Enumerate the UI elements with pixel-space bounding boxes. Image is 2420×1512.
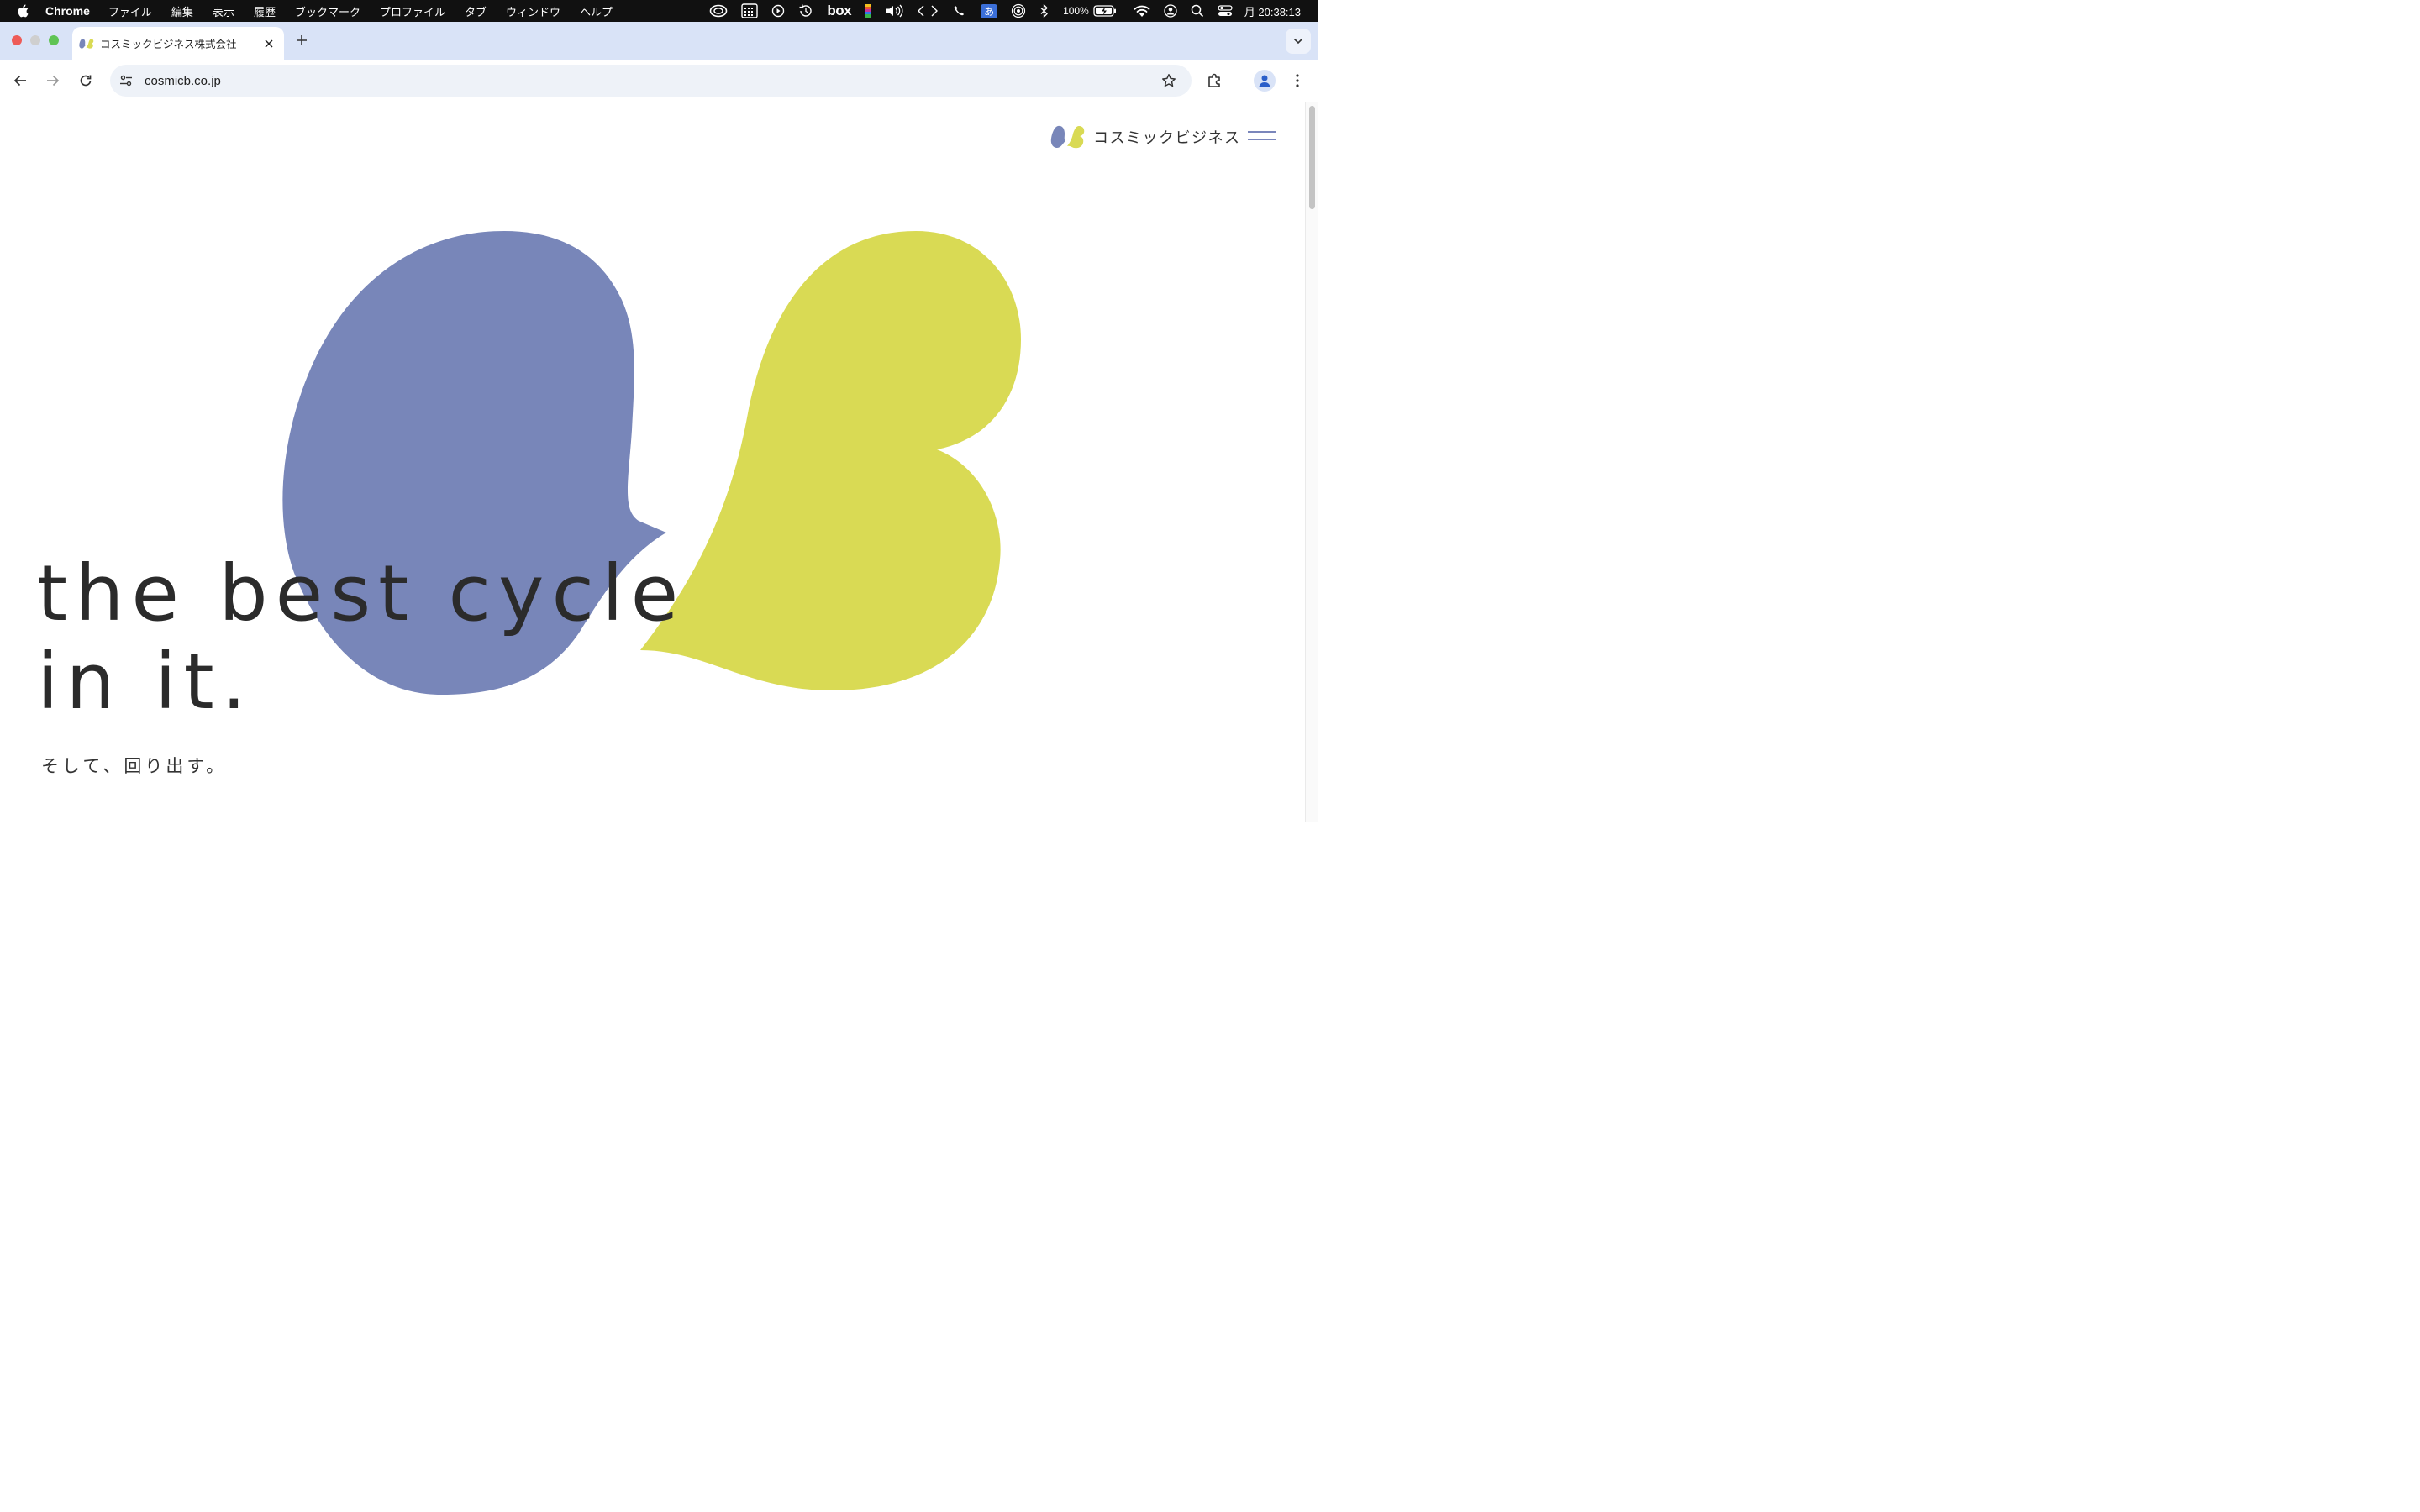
- time-machine-icon[interactable]: [798, 0, 813, 22]
- menu-tab[interactable]: タブ: [465, 3, 487, 19]
- color-bars-icon[interactable]: [865, 0, 872, 22]
- tab-active[interactable]: コスミックビジネス株式会社: [72, 27, 284, 60]
- page-scrollbar[interactable]: [1305, 102, 1318, 822]
- menu-history[interactable]: 履歴: [254, 3, 276, 19]
- search-icon[interactable]: [1191, 0, 1204, 22]
- site-logo[interactable]: コスミックビジネス: [1050, 124, 1241, 150]
- window-minimize-button[interactable]: [30, 35, 40, 45]
- calendar-grid-icon[interactable]: [741, 0, 759, 22]
- battery-icon[interactable]: [1093, 0, 1117, 22]
- box-icon[interactable]: box: [827, 0, 851, 22]
- menu-file[interactable]: ファイル: [108, 3, 152, 19]
- user-icon[interactable]: [1164, 0, 1177, 22]
- airdrop-icon[interactable]: [1011, 0, 1026, 22]
- code-arrows-icon[interactable]: [917, 0, 939, 22]
- site-logo-text: コスミックビジネス: [1093, 129, 1241, 147]
- profile-avatar-icon[interactable]: [1254, 70, 1276, 92]
- volume-icon[interactable]: [885, 0, 903, 22]
- hamburger-menu-icon[interactable]: [1248, 130, 1276, 144]
- wifi-icon[interactable]: [1134, 0, 1150, 22]
- bluetooth-icon[interactable]: [1039, 0, 1050, 22]
- menu-bookmarks[interactable]: ブックマーク: [295, 3, 360, 19]
- tab-title: コスミックビジネス株式会社: [100, 39, 237, 50]
- hero-yellow-shape: [640, 231, 1021, 690]
- input-method-indicator[interactable]: あ: [981, 0, 998, 22]
- menu-clock[interactable]: 月 20:38:13: [1244, 0, 1301, 22]
- site-info-tune-icon[interactable]: [118, 72, 134, 89]
- browser-toolbar: cosmicb.co.jp: [0, 60, 1318, 102]
- hero-subtagline: そして、回り出す。: [41, 756, 228, 776]
- tab-close-icon[interactable]: [262, 37, 276, 50]
- play-icon[interactable]: [771, 0, 785, 22]
- apple-icon[interactable]: [17, 4, 30, 18]
- back-arrow-icon[interactable]: [10, 71, 30, 91]
- site-logo-mark-icon: [1050, 125, 1085, 149]
- menu-profiles[interactable]: プロファイル: [380, 3, 445, 19]
- menu-extras: box あ 100% 月 20:38:13: [696, 0, 1301, 22]
- tab-search-chevron-down-icon[interactable]: [1286, 29, 1311, 54]
- battery-percent: 100%: [1063, 5, 1089, 17]
- bookmark-star-icon[interactable]: [1160, 71, 1178, 90]
- new-tab-plus-icon[interactable]: [294, 33, 309, 48]
- creative-cloud-icon[interactable]: [709, 0, 728, 22]
- tab-strip: コスミックビジネス株式会社: [0, 22, 1318, 60]
- control-center-icon[interactable]: [1218, 0, 1233, 22]
- hero-tagline-line1: the best cycle: [37, 549, 687, 638]
- window-close-button[interactable]: [12, 35, 22, 45]
- address-bar[interactable]: cosmicb.co.jp: [110, 65, 1192, 97]
- hero-tagline-line2: in it.: [37, 637, 254, 727]
- scrollbar-thumb[interactable]: [1309, 106, 1315, 209]
- forward-arrow-icon[interactable]: [43, 71, 63, 91]
- menu-edit[interactable]: 編集: [171, 3, 193, 19]
- macos-menu-bar: Chrome ファイル 編集 表示 履歴 ブックマーク プロファイル タブ ウィ…: [0, 0, 1318, 22]
- site-favicon-icon: [79, 38, 94, 50]
- window-maximize-button[interactable]: [49, 35, 59, 45]
- menu-window[interactable]: ウィンドウ: [506, 3, 560, 19]
- app-name[interactable]: Chrome: [45, 4, 90, 18]
- menu-help[interactable]: ヘルプ: [580, 3, 613, 19]
- extensions-puzzle-icon[interactable]: [1205, 71, 1225, 91]
- url-text[interactable]: cosmicb.co.jp: [145, 74, 1160, 88]
- menu-view[interactable]: 表示: [213, 3, 234, 19]
- phone-icon[interactable]: [952, 0, 967, 22]
- more-vertical-icon[interactable]: [1289, 71, 1306, 91]
- hero-tagline: the best cycle in it.: [37, 549, 686, 726]
- reload-icon[interactable]: [76, 71, 96, 91]
- web-page: コスミックビジネス the best cycle in it. そして、回り出す…: [0, 102, 1305, 822]
